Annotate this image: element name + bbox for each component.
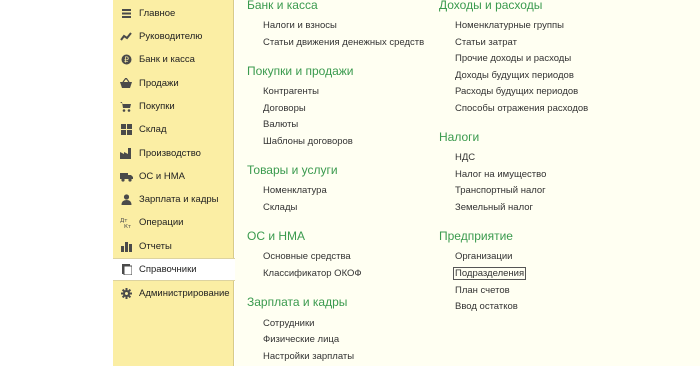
- link-contracts[interactable]: Договоры: [263, 103, 306, 114]
- sections-sidebar: Главное Руководителю ₽ Банк и касса Прод…: [113, 0, 235, 366]
- link-cost-items[interactable]: Статьи затрат: [455, 37, 517, 48]
- section-title-taxes: Налоги: [439, 130, 480, 144]
- trend-chart-icon: [117, 31, 135, 42]
- sidebar-item-label: ОС и НМА: [139, 171, 185, 182]
- link-okof-classifier[interactable]: Классификатор ОКОФ: [263, 268, 362, 279]
- sidebar-item-bank[interactable]: ₽ Банк и касса: [113, 48, 234, 71]
- link-fixed-assets[interactable]: Основные средства: [263, 251, 351, 262]
- sidebar-item-label: Главное: [139, 8, 176, 19]
- bar-chart-icon: [117, 241, 135, 252]
- link-transport-tax[interactable]: Транспортный налог: [455, 185, 546, 196]
- link-warehouses[interactable]: Склады: [263, 202, 297, 213]
- directories-panel: Банк и касса Налоги и взносы Статьи движ…: [235, 0, 700, 366]
- link-employees[interactable]: Сотрудники: [263, 318, 314, 329]
- sidebar-item-label: Банк и касса: [139, 54, 195, 65]
- sidebar-item-label: Руководителю: [139, 31, 203, 42]
- section-title-enterprise: Предприятие: [439, 229, 513, 243]
- link-land-tax[interactable]: Земельный налог: [455, 202, 533, 213]
- section-title-bank: Банк и касса: [247, 0, 318, 12]
- section-title-fixed-assets: ОС и НМА: [247, 229, 306, 243]
- section-title-goods-services: Товары и услуги: [247, 163, 338, 177]
- dt-kt-icon: Дт Кт: [117, 217, 135, 228]
- link-vat[interactable]: НДС: [455, 152, 475, 163]
- sidebar-item-label: Покупки: [139, 101, 175, 112]
- sidebar-item-fixed-assets[interactable]: ОС и НМА: [113, 165, 234, 188]
- sidebar-item-manager[interactable]: Руководителю: [113, 25, 234, 48]
- link-departments[interactable]: Подразделения: [452, 267, 527, 280]
- link-other-income-expenses[interactable]: Прочие доходы и расходы: [455, 53, 571, 64]
- sidebar-item-label: Производство: [139, 148, 201, 159]
- sidebar-item-warehouse[interactable]: Склад: [113, 118, 234, 141]
- shopping-basket-icon: [117, 78, 135, 89]
- shopping-cart-icon: [117, 101, 135, 112]
- link-contract-templates[interactable]: Шаблоны договоров: [263, 136, 353, 147]
- sidebar-item-reports[interactable]: Отчеты: [113, 235, 234, 258]
- link-nomenclature-groups[interactable]: Номенклатурные группы: [455, 20, 564, 31]
- sidebar-item-label: Продажи: [139, 78, 179, 89]
- sidebar-item-administration[interactable]: Администрирование: [113, 282, 234, 305]
- link-currencies[interactable]: Валюты: [263, 119, 298, 130]
- link-individuals[interactable]: Физические лица: [263, 334, 339, 345]
- link-expense-reflection-methods[interactable]: Способы отражения расходов: [455, 103, 588, 114]
- link-cash-flow-items[interactable]: Статьи движения денежных средств: [263, 37, 424, 48]
- book-icon: [117, 264, 135, 275]
- sidebar-item-sales[interactable]: Продажи: [113, 72, 234, 95]
- section-title-income-expenses: Доходы и расходы: [439, 0, 543, 12]
- warehouse-grid-icon: [117, 124, 135, 135]
- gear-icon: [117, 288, 135, 299]
- link-property-tax[interactable]: Налог на имущество: [455, 169, 546, 180]
- sidebar-item-label: Отчеты: [139, 241, 172, 252]
- link-deferred-expenses[interactable]: Расходы будущих периодов: [455, 86, 578, 97]
- svg-text:₽: ₽: [124, 56, 129, 65]
- link-counterparties[interactable]: Контрагенты: [263, 86, 319, 97]
- svg-text:Кт: Кт: [124, 224, 132, 228]
- sidebar-item-operations[interactable]: Дт Кт Операции: [113, 211, 234, 234]
- factory-icon: [117, 148, 135, 159]
- sidebar-item-directories[interactable]: Справочники: [113, 258, 235, 281]
- section-title-purchases-sales: Покупки и продажи: [247, 64, 354, 78]
- sidebar-item-label: Склад: [139, 124, 167, 135]
- menu-lines-icon: [117, 8, 135, 19]
- link-taxes-contributions[interactable]: Налоги и взносы: [263, 20, 337, 31]
- sidebar-item-label: Справочники: [139, 264, 197, 275]
- link-organizations[interactable]: Организации: [455, 251, 512, 262]
- sidebar-item-label: Зарплата и кадры: [139, 194, 219, 205]
- section-title-payroll: Зарплата и кадры: [247, 295, 348, 309]
- sidebar-item-payroll[interactable]: Зарплата и кадры: [113, 188, 234, 211]
- truck-icon: [117, 171, 135, 182]
- sidebar-item-label: Администрирование: [139, 288, 230, 299]
- sidebar-item-purchases[interactable]: Покупки: [113, 95, 234, 118]
- sidebar-item-production[interactable]: Производство: [113, 142, 234, 165]
- link-payroll-settings[interactable]: Настройки зарплаты: [263, 351, 354, 362]
- link-nomenclature[interactable]: Номенклатура: [263, 185, 327, 196]
- link-deferred-income[interactable]: Доходы будущих периодов: [455, 70, 574, 81]
- link-opening-balances[interactable]: Ввод остатков: [455, 301, 518, 312]
- person-icon: [117, 194, 135, 205]
- sidebar-item-main[interactable]: Главное: [113, 2, 234, 25]
- coin-icon: ₽: [117, 54, 135, 65]
- sidebar-item-label: Операции: [139, 217, 184, 228]
- link-chart-of-accounts[interactable]: План счетов: [455, 285, 510, 296]
